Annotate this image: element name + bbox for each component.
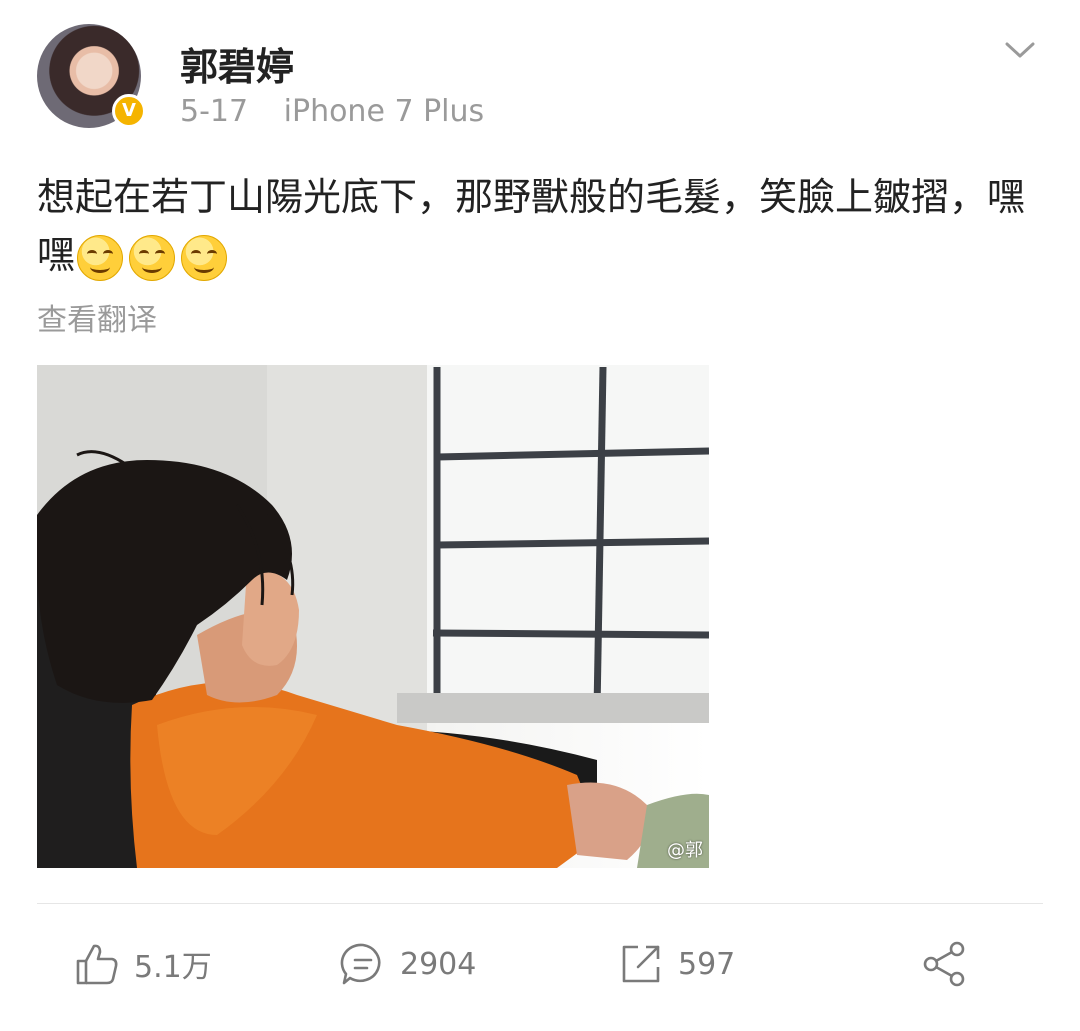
repost-count: 597 <box>678 946 736 982</box>
translate-link[interactable]: 查看翻译 <box>37 295 157 339</box>
share-button[interactable] <box>920 934 970 994</box>
smile-emoji-icon <box>129 234 176 281</box>
repost-button[interactable]: 597 <box>618 934 735 994</box>
comment-count: 2904 <box>400 946 477 982</box>
thumbs-up-icon <box>76 944 118 985</box>
like-button[interactable]: 5.1万 <box>74 934 212 994</box>
post-photo <box>37 365 709 868</box>
smile-emoji-icon <box>181 234 228 281</box>
author-name[interactable]: 郭碧婷 <box>180 36 294 91</box>
avatar[interactable]: V <box>37 24 146 128</box>
post-meta: 5-17 iPhone 7 Plus <box>180 94 484 129</box>
comment-bubble-icon <box>340 943 381 985</box>
divider <box>37 903 1043 904</box>
post-device: iPhone 7 Plus <box>283 94 485 129</box>
verified-badge-icon: V <box>112 94 146 128</box>
image-watermark: @郭 <box>667 840 703 861</box>
post-date: 5-17 <box>180 94 249 129</box>
smile-emoji-icon <box>77 234 124 281</box>
repost-icon <box>622 945 660 983</box>
chevron-down-icon[interactable] <box>1000 32 1040 68</box>
emoji-group <box>77 234 228 281</box>
post-body: 想起在若丁山陽光底下，那野獸般的毛髮，笑臉上皺摺，嘿嘿 <box>37 168 1027 284</box>
comment-button[interactable]: 2904 <box>340 934 476 994</box>
share-icon <box>923 941 965 987</box>
post-image[interactable]: @郭 <box>37 365 709 868</box>
like-count: 5.1万 <box>134 950 212 985</box>
